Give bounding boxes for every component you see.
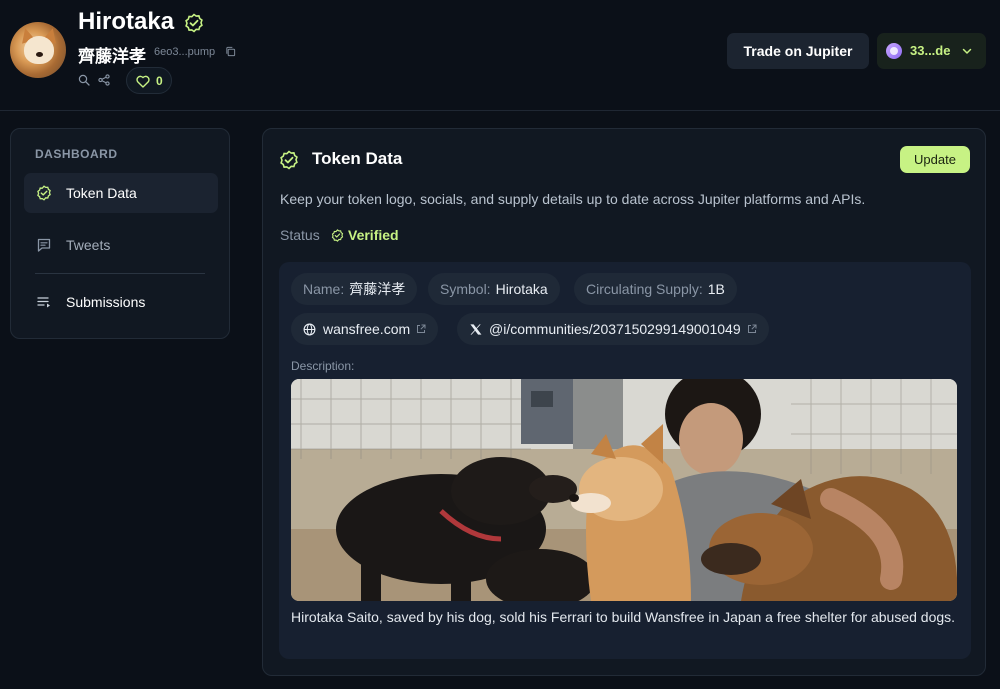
description-label: Description: <box>291 359 355 373</box>
verified-check-icon <box>331 229 344 242</box>
wallet-logo-icon <box>886 43 902 59</box>
sidebar-item-submissions[interactable]: Submissions <box>24 282 218 322</box>
field-label: Circulating Supply: <box>586 281 703 297</box>
chevron-down-icon <box>962 48 972 54</box>
share-icon[interactable] <box>98 74 110 86</box>
token-banner-image <box>291 379 957 601</box>
update-button[interactable]: Update <box>900 146 970 173</box>
external-link-icon <box>417 324 426 333</box>
external-link-icon <box>747 324 757 333</box>
dogs-photo <box>291 379 957 601</box>
name-field: Name: 齊藤洋孝 <box>291 273 418 305</box>
x-logo-icon <box>470 323 482 335</box>
field-label: Name: <box>303 281 345 297</box>
card-title: Token Data <box>312 149 403 168</box>
contract-address: 6eo3...pump <box>154 46 216 58</box>
verified-badge-icon <box>185 13 203 33</box>
field-value: Hirotaka <box>495 281 548 297</box>
symbol-field: Symbol: Hirotaka <box>428 273 560 305</box>
sidebar-divider <box>35 273 205 274</box>
list-icon <box>37 297 50 308</box>
check-badge-icon <box>37 185 51 201</box>
card-description: Keep your token logo, socials, and suppl… <box>280 191 866 207</box>
supply-field: Circulating Supply: 1B <box>574 273 737 305</box>
trade-on-jupiter-button[interactable]: Trade on Jupiter <box>727 33 869 69</box>
twitter-handle: @i/communities/2037150299149001049 <box>489 321 741 337</box>
field-label: Symbol: <box>440 281 491 297</box>
wallet-address: 33...de <box>910 43 951 58</box>
check-badge-icon <box>280 150 298 170</box>
token-info-box: Name: 齊藤洋孝 Symbol: Hirotaka Circulating … <box>279 262 971 659</box>
heart-icon <box>136 75 150 88</box>
sidebar-item-token-data[interactable]: Token Data <box>24 173 218 213</box>
sidebar-item-label: Tweets <box>66 237 111 253</box>
token-name: Hirotaka <box>78 8 175 35</box>
like-count: 0 <box>156 74 163 88</box>
copy-icon[interactable] <box>225 46 236 57</box>
status-label: Status <box>280 227 320 243</box>
website-url: wansfree.com <box>323 321 411 337</box>
sidebar-item-label: Token Data <box>66 185 137 201</box>
like-button[interactable]: 0 <box>126 67 172 94</box>
message-icon <box>37 238 51 252</box>
page: Hirotaka 齊藤洋孝 6eo3...pump 0 Trade on Jup… <box>0 0 1000 689</box>
token-avatar <box>10 22 66 78</box>
field-value: 1B <box>707 281 725 297</box>
token-data-card: Token Data Update Keep your token logo, … <box>262 128 986 676</box>
sidebar-item-label: Submissions <box>66 294 146 310</box>
dashboard-sidebar: DASHBOARD Token Data Tweets Submissions <box>10 128 230 339</box>
status-value: Verified <box>348 227 399 243</box>
sidebar-heading: DASHBOARD <box>35 147 118 161</box>
token-header: Hirotaka 齊藤洋孝 6eo3...pump 0 Trade on Jup… <box>0 0 1000 111</box>
globe-icon <box>303 323 316 335</box>
sidebar-item-tweets[interactable]: Tweets <box>24 225 218 265</box>
description-text: Hirotaka Saito, saved by his dog, sold h… <box>291 609 956 625</box>
token-subname: 齊藤洋孝 <box>78 47 146 66</box>
wallet-button[interactable]: 33...de <box>877 33 986 69</box>
twitter-link[interactable]: @i/communities/2037150299149001049 <box>457 313 769 345</box>
search-icon[interactable] <box>78 74 90 86</box>
field-value: 齊藤洋孝 <box>349 281 406 297</box>
website-link[interactable]: wansfree.com <box>291 313 439 345</box>
